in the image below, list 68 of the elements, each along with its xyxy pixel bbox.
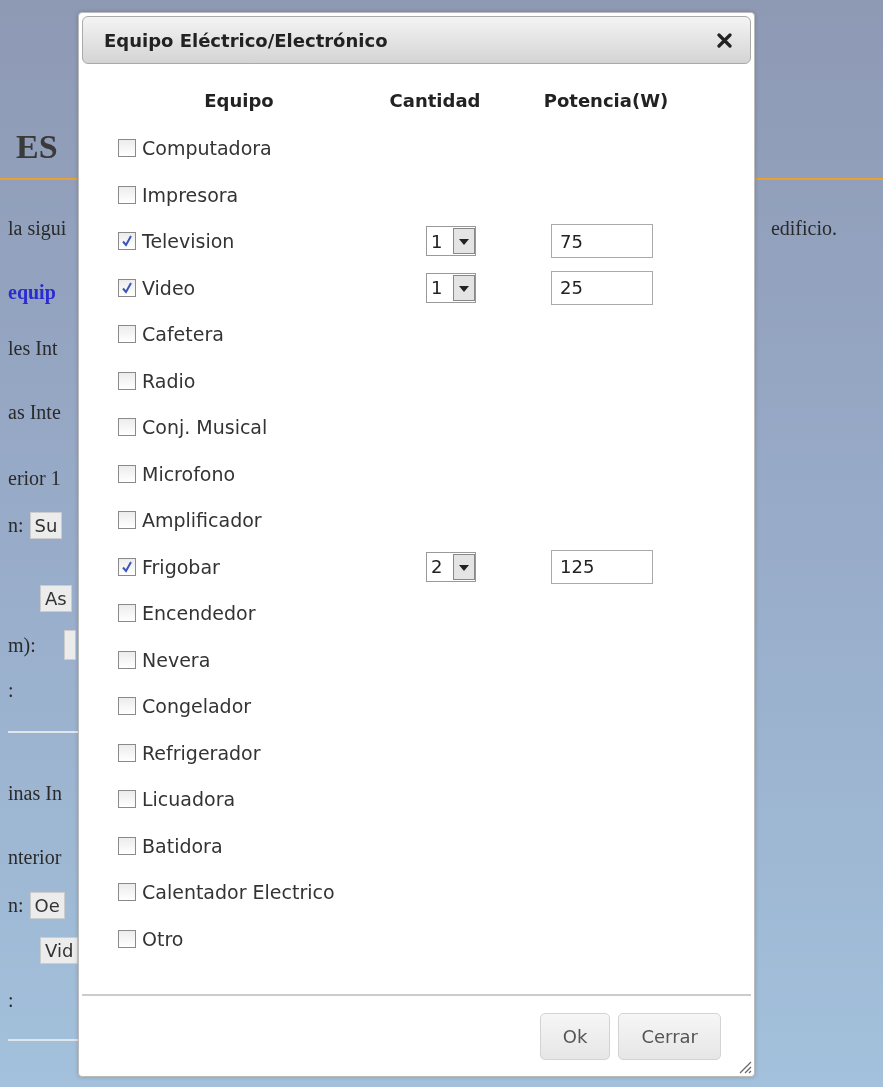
power-input[interactable]: 125 [551, 549, 653, 584]
field-label: m): [8, 633, 36, 657]
page-link[interactable]: equip [8, 280, 56, 304]
item-label: Licuadora [142, 788, 236, 811]
item-label: Amplificador [142, 509, 262, 532]
page-text: inas In [8, 781, 62, 805]
quantity-select[interactable]: 2 [426, 551, 476, 582]
input-field[interactable] [63, 630, 76, 660]
page-text: as Inte [8, 400, 61, 424]
item-label: Microfono [142, 462, 236, 485]
checkbox[interactable] [118, 929, 136, 948]
item-label: Calentador Electrico [142, 881, 335, 904]
item-label: Video [142, 276, 196, 299]
page-text: les Int [8, 336, 58, 360]
page-text: : [8, 988, 14, 1012]
checkbox[interactable] [118, 418, 136, 437]
checkbox[interactable] [118, 883, 136, 902]
checkbox[interactable] [118, 836, 136, 855]
dialog-title: Equipo Eléctrico/Electrónico [104, 29, 388, 51]
item-label: Impresora [142, 183, 239, 206]
checkbox[interactable] [118, 650, 136, 669]
page-button[interactable]: Oe [29, 891, 65, 919]
item-label: Refrigerador [142, 741, 261, 764]
page-button[interactable]: As [40, 584, 72, 612]
checkbox[interactable] [118, 464, 136, 483]
checkbox[interactable] [118, 232, 136, 251]
item-label: Nevera [142, 648, 211, 671]
field-label: n: [8, 893, 24, 917]
item-label: Radio [142, 369, 196, 392]
page-button[interactable]: Vid [40, 936, 79, 964]
item-label: Television [142, 230, 235, 253]
checkbox[interactable] [118, 139, 136, 158]
quantity-select[interactable]: 1 [426, 272, 476, 303]
checkbox[interactable] [118, 325, 136, 344]
item-label: Frigobar [142, 555, 220, 578]
page-text: edificio. [770, 216, 837, 240]
checkbox[interactable] [118, 604, 136, 623]
column-header: Equipo [203, 89, 275, 111]
item-label: Batidora [142, 834, 223, 857]
checkbox[interactable] [118, 557, 136, 576]
close-icon[interactable] [717, 32, 732, 48]
item-label: Conj. Musical [142, 416, 268, 439]
power-input[interactable]: 75 [551, 224, 653, 259]
quantity-select[interactable]: 1 [426, 226, 476, 257]
page-text: nterior [8, 845, 62, 869]
field-label: n: [8, 513, 24, 537]
checkbox[interactable] [118, 790, 136, 809]
checkbox[interactable] [118, 185, 136, 204]
item-label: Encendedor [142, 602, 256, 625]
page-text: la sigui [8, 216, 67, 240]
item-label: Cafetera [142, 323, 224, 346]
checkbox[interactable] [118, 697, 136, 716]
checkbox[interactable] [118, 511, 136, 530]
page-heading: ES [15, 128, 58, 167]
column-header: Cantidad [388, 89, 482, 111]
checkbox[interactable] [118, 371, 136, 390]
item-label: Computadora [142, 137, 272, 160]
page-button[interactable]: Su [29, 511, 63, 539]
item-label: Otro [142, 927, 184, 950]
close-button[interactable]: Cerrar [618, 1013, 721, 1060]
item-label: Congelador [142, 695, 252, 718]
page-text: : [8, 678, 14, 702]
column-header: Potencia(W) [542, 89, 670, 111]
checkbox[interactable] [118, 743, 136, 762]
checkbox[interactable] [118, 278, 136, 297]
power-input[interactable]: 25 [551, 270, 653, 305]
ok-button[interactable]: Ok [539, 1013, 611, 1060]
page-text: erior 1 [8, 466, 61, 490]
